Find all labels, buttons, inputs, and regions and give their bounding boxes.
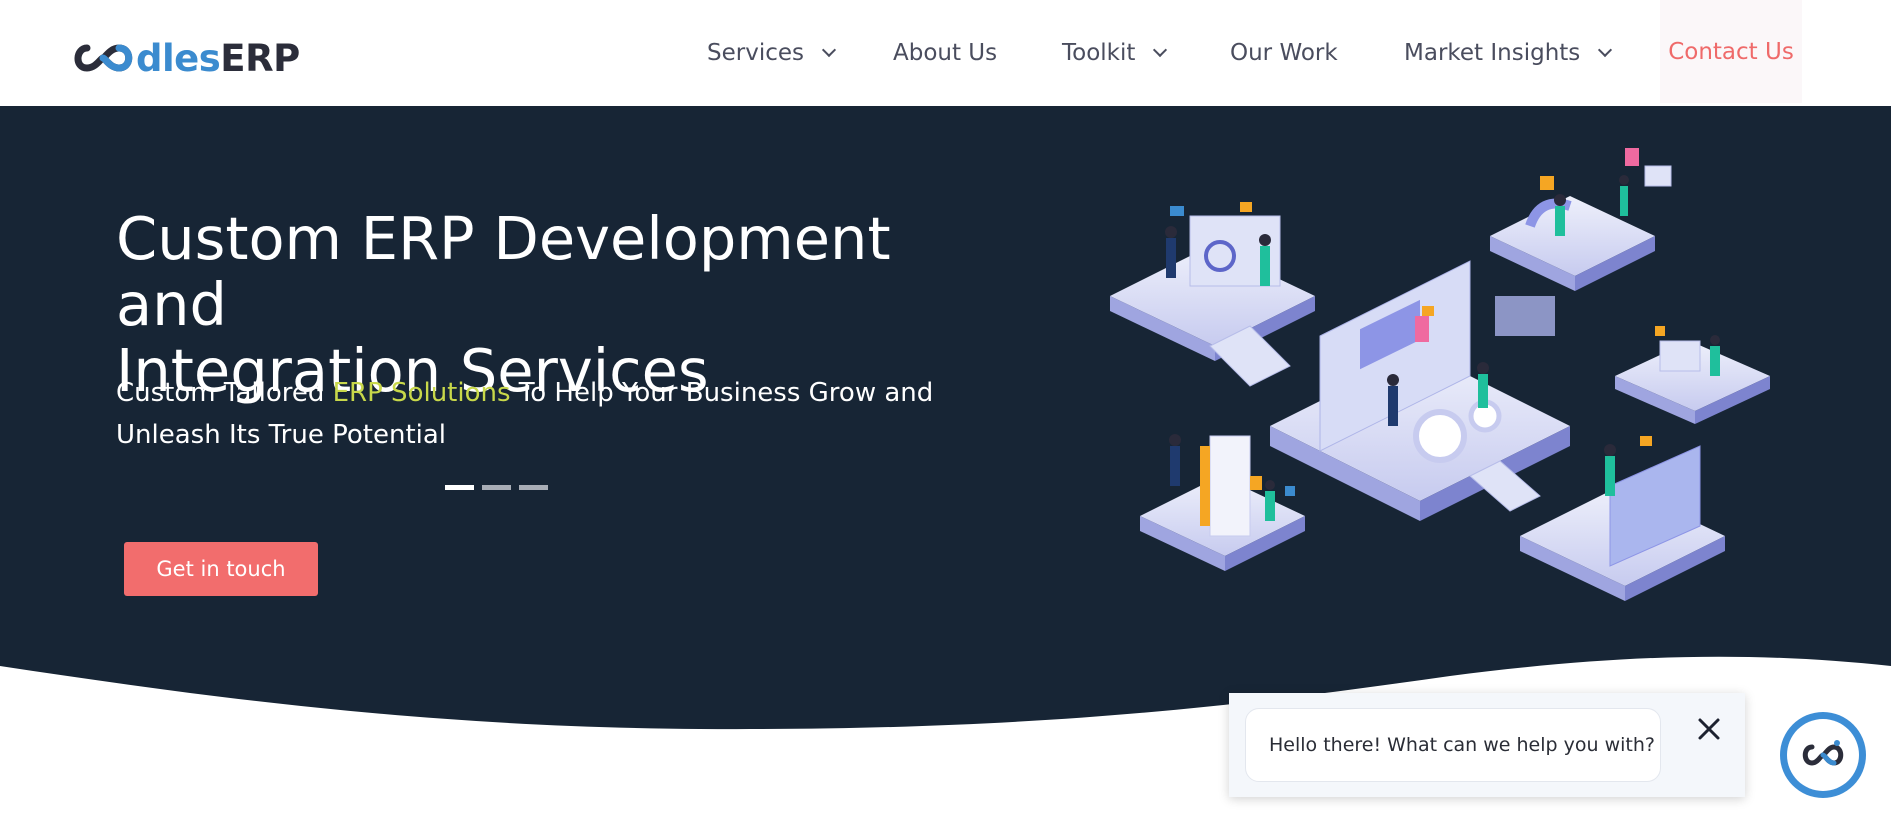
top-navbar: dlesERP Services About Us Toolkit Our Wo… — [0, 0, 1891, 106]
chat-launcher-inner — [1787, 719, 1859, 791]
contact-us-label: Contact Us — [1668, 38, 1794, 65]
carousel-dot-2[interactable] — [482, 485, 511, 490]
hero-subtitle-pre: Custom Tailored — [116, 378, 333, 408]
chat-message-text: Hello there! What can we help you with? — [1269, 734, 1655, 756]
chat-message-bubble: Hello there! What can we help you with? — [1245, 708, 1661, 782]
chat-popup: Hello there! What can we help you with? — [1229, 693, 1745, 797]
main-nav: Services About Us Toolkit Our Work Marke… — [0, 0, 1891, 106]
carousel-indicators — [445, 485, 548, 490]
carousel-dot-1[interactable] — [445, 485, 474, 490]
nav-item-about-us[interactable]: About Us — [893, 35, 997, 71]
nav-item-label: Services — [707, 40, 804, 66]
platform-bottom-left — [1140, 434, 1305, 571]
close-icon[interactable] — [1693, 713, 1725, 745]
nav-contact-us-link[interactable]: Contact Us — [1660, 0, 1802, 103]
chevron-down-icon — [1153, 42, 1168, 58]
chat-launcher-button[interactable] — [1780, 712, 1866, 798]
hero-subtitle-highlight: ERP Solutions — [332, 378, 511, 408]
chat-launcher-icon — [1802, 740, 1844, 766]
get-in-touch-button[interactable]: Get in touch — [124, 542, 318, 596]
hero-subtitle: Custom Tailored ERP Solutions To Help Yo… — [116, 372, 936, 456]
platform-top-right — [1490, 148, 1672, 291]
chevron-down-icon — [821, 42, 837, 58]
nav-item-market-insights[interactable]: Market Insights — [1404, 35, 1613, 71]
isometric-team-illustration — [1110, 148, 1770, 601]
carousel-dot-3[interactable] — [519, 485, 548, 490]
chevron-down-icon — [1598, 42, 1613, 58]
nav-item-label: Market Insights — [1404, 40, 1581, 66]
hero-section: Custom ERP Development and Integration S… — [0, 106, 1891, 826]
nav-item-services[interactable]: Services — [707, 35, 837, 71]
nav-item-toolkit[interactable]: Toolkit — [1062, 35, 1168, 71]
nav-item-label: Our Work — [1230, 40, 1338, 66]
nav-item-label: About Us — [893, 40, 998, 66]
hero-title-line1: Custom ERP Development and — [116, 204, 891, 339]
platform-bottom-right — [1520, 436, 1725, 601]
nav-item-our-work[interactable]: Our Work — [1230, 35, 1338, 71]
platform-right — [1615, 326, 1770, 424]
platform-top-left — [1110, 202, 1315, 361]
nav-item-label: Toolkit — [1062, 40, 1136, 66]
